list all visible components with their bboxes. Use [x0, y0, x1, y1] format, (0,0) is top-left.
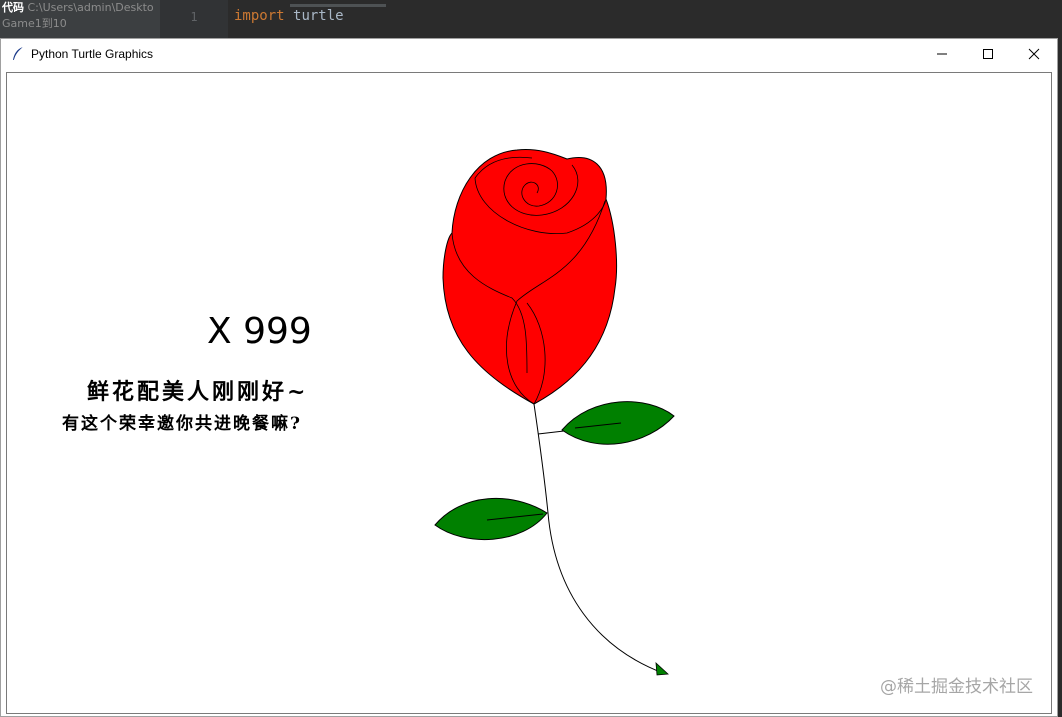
maximize-button[interactable] [965, 39, 1011, 69]
code-line[interactable]: import turtle [234, 8, 344, 24]
title-bar[interactable]: Python Turtle Graphics [1, 39, 1057, 69]
project-panel: 代码 C:\Users\admin\Deskto Game1到10 [0, 0, 160, 40]
close-button[interactable] [1011, 39, 1057, 69]
turtle-canvas[interactable]: X 999 鲜花配美人刚刚好~ 有这个荣幸邀你共进晚餐嘛? @稀土掘金技术社区 [6, 72, 1052, 714]
lower-leaf [434, 497, 548, 541]
message-line-2: 有这个荣幸邀你共进晚餐嘛? [62, 414, 302, 434]
close-icon [1028, 45, 1040, 64]
minimize-icon [936, 45, 948, 64]
ide-background: 代码 C:\Users\admin\Deskto Game1到10 1 impo… [0, 0, 1062, 40]
line-number: 1 [190, 10, 198, 24]
minimize-button[interactable] [919, 39, 965, 69]
project-file-hint[interactable]: Game1到10 [0, 16, 160, 32]
code-module: turtle [293, 8, 344, 24]
headline-text: X 999 [207, 311, 312, 352]
watermark: @稀土掘金技术社区 [880, 677, 1033, 697]
rose-bloom [442, 149, 618, 405]
upper-leaf-petiole [537, 430, 565, 435]
maximize-icon [982, 45, 994, 64]
turtle-window: Python Turtle Graphics X 999 鲜花配美人刚刚好~ 有… [0, 38, 1058, 717]
window-controls [919, 39, 1057, 69]
feather-icon [10, 46, 26, 62]
project-path: C:\Users\admin\Deskto [27, 1, 154, 14]
code-keyword: import [234, 8, 285, 24]
window-title: Python Turtle Graphics [31, 47, 154, 61]
project-path-row[interactable]: 代码 C:\Users\admin\Deskto [0, 0, 160, 16]
message-line-1: 鲜花配美人刚刚好~ [87, 379, 309, 405]
editor-tab-indicator [290, 4, 386, 7]
turtle-cursor [655, 662, 669, 676]
line-gutter: 1 [160, 0, 228, 40]
project-title: 代码 [2, 1, 24, 14]
